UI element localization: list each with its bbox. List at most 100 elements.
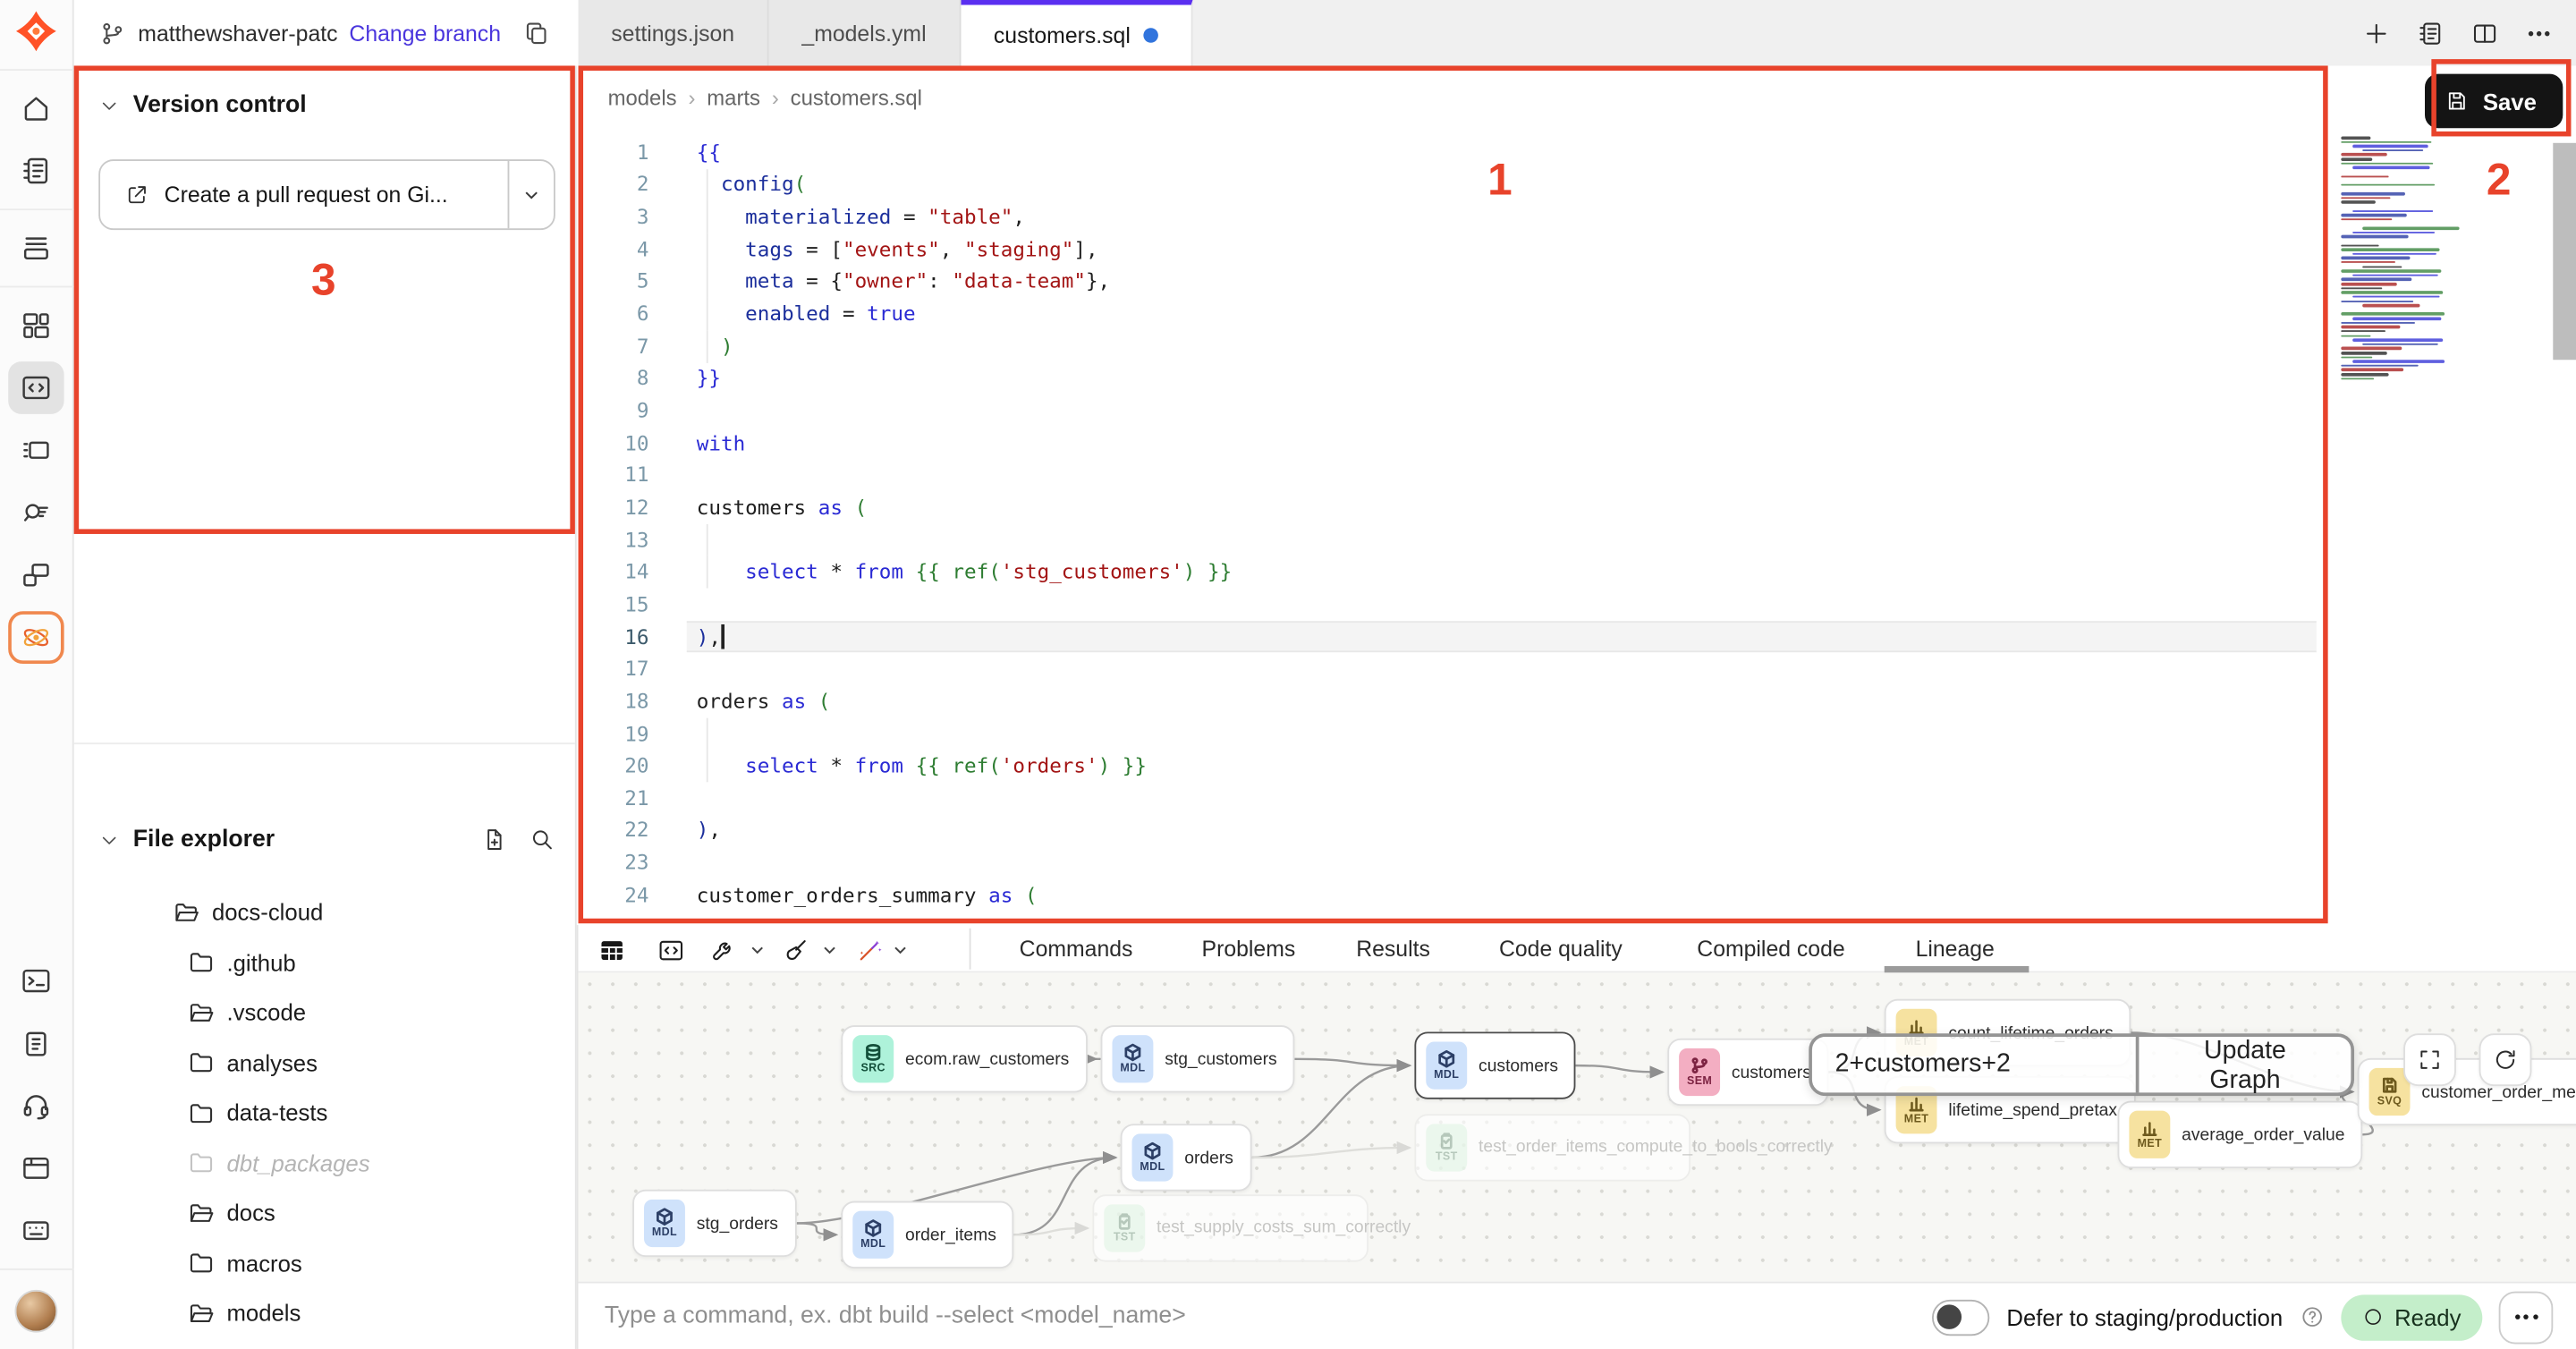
rail-item-storage-icon[interactable]	[8, 1204, 64, 1257]
copy-branch-icon[interactable]	[519, 15, 554, 50]
editor-scrollbar[interactable]	[2553, 143, 2576, 360]
lineage-node-customers[interactable]: MDLcustomers	[1414, 1031, 1576, 1099]
node-badge-mdl: MDL	[852, 1211, 894, 1259]
panel-tab-code-quality[interactable]: Code quality	[1499, 925, 1623, 972]
code-line-13: 13	[579, 524, 2330, 556]
update-graph-button[interactable]: Update Graph	[2140, 1037, 2351, 1092]
chevron-down-icon[interactable]	[891, 940, 911, 960]
selector-input[interactable]: 2+customers+2	[1812, 1037, 2136, 1092]
panel-tab-compiled-code[interactable]: Compiled code	[1697, 925, 1844, 972]
code-text: config(	[697, 174, 806, 197]
lineage-node-test_order_items[interactable]: TSTtest_order_items_compute_to_bools_cor…	[1414, 1114, 1690, 1181]
current-line-highlight	[687, 621, 2317, 653]
search-files-button[interactable]	[529, 827, 555, 853]
external-link-icon	[125, 182, 150, 208]
panel-tab-results[interactable]: Results	[1356, 925, 1430, 972]
lineage-node-stg_customers[interactable]: MDLstg_customers	[1101, 1025, 1295, 1092]
rail-item-notebook-icon[interactable]	[8, 145, 64, 198]
plus-icon[interactable]	[2354, 12, 2397, 55]
code-line-24: 24customer_orders_summary as (	[579, 879, 2330, 912]
code-area[interactable]: 1{{2 config(3 materialized = "table",4 t…	[579, 136, 2330, 925]
wrench-tool-icon[interactable]	[701, 930, 744, 970]
lineage-canvas[interactable]: SRCecom.raw_customersMDLstg_customers MDL…	[579, 972, 2576, 1281]
new-file-button[interactable]	[481, 827, 507, 853]
file-tree-item-models[interactable]: models	[74, 1288, 575, 1337]
minimap[interactable]	[2336, 136, 2474, 432]
rail-item-support-icon[interactable]	[8, 1080, 64, 1133]
rail-item-drawer-icon[interactable]	[8, 222, 64, 275]
rail-item-terminal-icon[interactable]	[8, 954, 64, 1007]
rail-item-dbt-logo[interactable]	[8, 5, 64, 58]
text-cursor	[721, 624, 724, 649]
tab-customers-sql[interactable]: customers.sql	[961, 0, 1192, 65]
file-explorer-header[interactable]: File explorer	[98, 827, 555, 853]
rail-item-query-icon[interactable]	[8, 487, 64, 539]
lineage-node-avg_order[interactable]: METaverage_order_value	[2118, 1101, 2363, 1168]
file-tree-item--vscode[interactable]: .vscode	[74, 988, 575, 1037]
code-text: select * from {{ ref('stg_customers') }}	[697, 561, 1232, 584]
user-avatar[interactable]	[15, 1290, 58, 1333]
panel-tab-commands[interactable]: Commands	[1020, 925, 1133, 972]
command-placeholder: Type a command, ex. dbt build --select <…	[605, 1303, 1186, 1329]
lineage-node-order_metrics[interactable]: SVQcustomer_order_metrics	[2358, 1058, 2576, 1125]
pr-dropdown-caret[interactable]	[509, 161, 554, 228]
line-number: 12	[579, 496, 649, 520]
tab--models-yml[interactable]: _models.yml	[769, 0, 961, 65]
fullscreen-button[interactable]	[2403, 1033, 2456, 1086]
chevron-down-icon[interactable]	[748, 940, 767, 960]
wand-tool-icon[interactable]	[848, 930, 891, 970]
lineage-node-test_supply[interactable]: TSTtest_supply_costs_sum_correctly	[1092, 1194, 1368, 1261]
file-tree-item-dbt-packages[interactable]: dbt_packages	[74, 1138, 575, 1187]
save-button[interactable]: Save	[2426, 74, 2563, 129]
code-tool-icon[interactable]	[649, 930, 692, 970]
code-line-16: 16),	[579, 621, 2330, 653]
lineage-node-customers_sem[interactable]: SEMcustomers	[1667, 1039, 1829, 1106]
rail-item-clipboard-icon[interactable]	[8, 1017, 64, 1070]
code-text: enabled = true	[697, 302, 916, 326]
split-pane-icon[interactable]	[2462, 12, 2505, 55]
rail-item-code-editor-icon[interactable]	[8, 361, 64, 414]
lineage-node-orders[interactable]: MDLorders	[1121, 1124, 1252, 1191]
lineage-node-order_items[interactable]: MDLorder_items	[841, 1201, 1014, 1268]
rail-item-home-icon[interactable]	[8, 82, 64, 135]
create-pull-request-button[interactable]: Create a pull request on Gi...	[98, 159, 555, 230]
table-tool-icon[interactable]	[589, 930, 632, 970]
rail-item-dashboard-icon[interactable]	[8, 299, 64, 352]
broom-tool-icon[interactable]	[774, 930, 817, 970]
refresh-button[interactable]	[2479, 1033, 2532, 1086]
more-dots-icon[interactable]	[2517, 12, 2560, 55]
rail-item-browser-icon[interactable]	[8, 1142, 64, 1195]
lineage-node-stg_orders[interactable]: MDLstg_orders	[632, 1190, 796, 1257]
more-options-button[interactable]	[2499, 1291, 2554, 1344]
code-line-23: 23	[579, 846, 2330, 878]
lineage-node-src_customers[interactable]: SRCecom.raw_customers	[841, 1025, 1087, 1092]
rail-item-copilot-icon[interactable]	[8, 611, 64, 664]
file-tree-item-analyses[interactable]: analyses	[74, 1038, 575, 1087]
sidebar-divider	[74, 742, 575, 744]
code-line-21: 21	[579, 782, 2330, 814]
journal-icon[interactable]	[2409, 12, 2452, 55]
change-branch-link[interactable]: Change branch	[349, 21, 501, 46]
command-input[interactable]: Type a command, ex. dbt build --select <…	[579, 1283, 1827, 1349]
code-text: }}	[697, 367, 721, 390]
file-tree-item--github[interactable]: .github	[74, 938, 575, 987]
panel-tab-problems[interactable]: Problems	[1202, 925, 1296, 972]
file-tree-item-docs[interactable]: docs	[74, 1188, 575, 1237]
help-icon[interactable]	[2300, 1304, 2325, 1329]
file-tree-item-marts[interactable]: marts	[74, 1338, 575, 1349]
code-text: materialized = "table",	[697, 206, 1025, 229]
code-editor[interactable]: models›marts›customers.sql 1{{2 config(3…	[579, 65, 2576, 925]
node-label: customers	[1479, 1056, 1558, 1075]
chevron-down-icon[interactable]	[820, 940, 840, 960]
tab-label: settings.json	[611, 21, 734, 46]
rail-item-canvas-icon[interactable]	[8, 424, 64, 477]
version-control-header[interactable]: Version control	[98, 92, 306, 118]
tab-settings-json[interactable]: settings.json	[579, 0, 769, 65]
file-tree-item-data-tests[interactable]: data-tests	[74, 1088, 575, 1137]
folder-open-icon	[173, 898, 200, 926]
rail-item-windows-icon[interactable]	[8, 548, 64, 601]
file-tree-item-macros[interactable]: macros	[74, 1238, 575, 1287]
file-tree-item-docs-cloud[interactable]: docs-cloud	[74, 887, 575, 937]
file-tree-label: macros	[226, 1250, 301, 1276]
defer-toggle[interactable]	[1933, 1299, 1990, 1335]
